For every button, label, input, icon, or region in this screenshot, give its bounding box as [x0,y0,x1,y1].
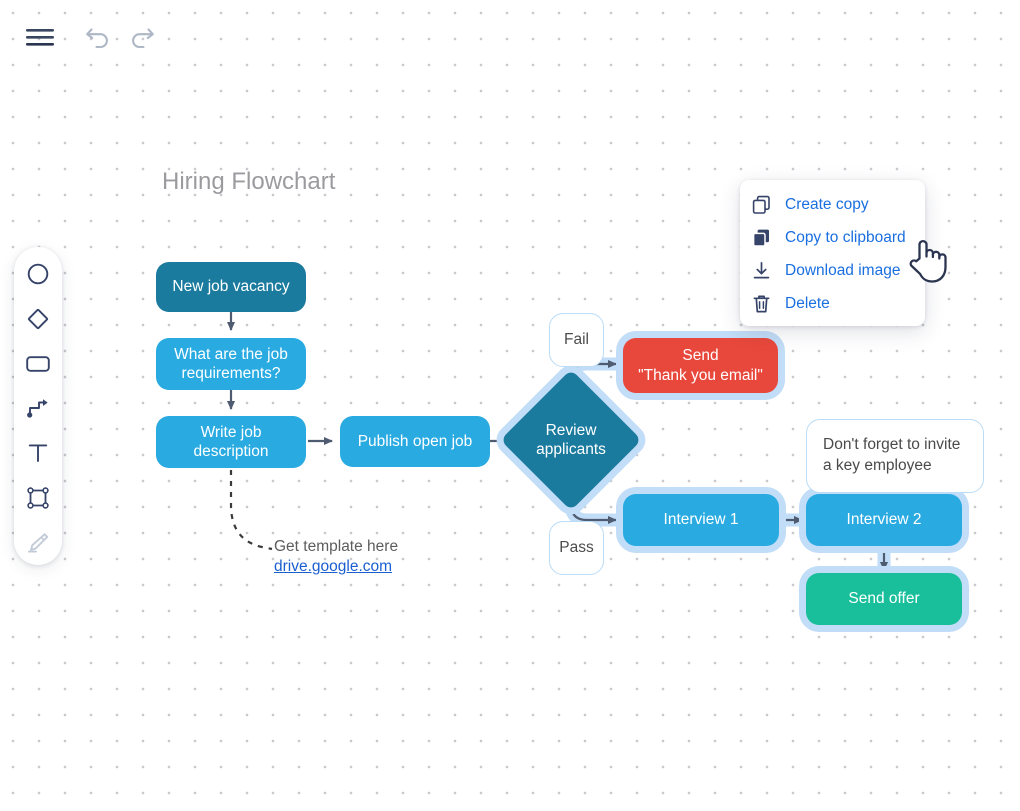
circle-icon [26,262,50,286]
edge-description-to-template-note [229,470,273,551]
node-label-text: Review applicants [536,421,606,460]
edge-label-pass[interactable]: Pass [549,521,604,575]
frame-tool[interactable] [15,476,61,521]
trash-icon [752,293,778,315]
frame-icon [26,486,50,510]
redo-button[interactable] [124,22,160,58]
connector-icon [25,397,51,421]
node-interview-2[interactable]: Interview 2 [806,494,962,546]
node-label: Send offer [848,590,920,608]
page-title: Hiring Flowchart [162,168,336,195]
menu-item-label: Copy to clipboard [785,228,906,246]
menu-item-copy-to-clipboard[interactable]: Copy to clipboard [740,221,925,254]
node-label-line2: applicants [536,441,606,458]
template-annotation: Get template here drive.google.com [274,537,398,577]
menu-item-label: Download image [785,261,901,279]
menu-item-download-image[interactable]: Download image [740,254,925,287]
node-label-line1: Send [682,347,719,365]
ellipse-tool[interactable] [15,252,61,297]
node-label: Send "Thank you email" [638,346,763,385]
highlighter-tool[interactable] [15,520,61,565]
tool-palette [14,247,62,565]
node-label-line2: description [193,443,269,460]
connector-layer [227,311,891,577]
node-label-line1: Review [545,421,597,439]
hamburger-icon [25,27,55,54]
note-line1: Don't forget to invite [823,436,961,454]
node-label: Write job description [194,423,269,462]
template-annotation-text: Get template here [274,538,399,555]
rectangle-tool[interactable] [15,341,61,386]
diamond-tool[interactable] [15,297,61,342]
node-label: Publish open job [357,432,473,450]
undo-button[interactable] [80,22,116,58]
edge-label-fail[interactable]: Fail [549,313,604,367]
node-interview-1[interactable]: Interview 1 [623,494,779,546]
node-send-thank-you-email[interactable]: Send "Thank you email" [623,338,778,393]
whiteboard-app: Hiring Flowchart New job vacancy What ar… [0,0,1020,811]
note-line2: a key employee [823,457,932,474]
node-label: What are the job requirements? [174,345,288,384]
menu-item-label: Create copy [785,195,869,213]
highlighter-icon [25,531,51,555]
undo-icon [83,25,113,56]
node-new-job-vacancy[interactable]: New job vacancy [156,262,306,312]
context-menu: Create copy Copy to clipboard Download i… [740,180,925,326]
note-text: Don't forget to invite a key employee [823,435,960,477]
diamond-icon [25,306,51,332]
copy-outline-icon [752,194,778,216]
copy-filled-icon [752,227,778,249]
node-label-line1: Write job [200,423,262,441]
redo-icon [127,25,157,56]
node-label-line2: requirements? [181,365,281,382]
node-write-job-description[interactable]: Write job description [156,416,306,468]
top-toolbar [0,0,1020,82]
rectangle-icon [25,353,51,375]
menu-item-label: Delete [785,294,830,312]
text-icon [26,441,50,465]
download-icon [752,260,778,282]
menu-item-create-copy[interactable]: Create copy [740,188,925,221]
node-label: Review applicants [515,390,627,490]
node-label: New job vacancy [172,278,290,296]
node-label-line2: "Thank you email" [638,366,763,384]
node-label: Interview 2 [846,511,922,529]
note-invite-key-employee[interactable]: Don't forget to invite a key employee [806,419,984,493]
node-label-line1: What are the job [174,345,288,363]
menu-item-delete[interactable]: Delete [740,287,925,320]
template-annotation-link[interactable]: drive.google.com [274,557,398,577]
node-label: Interview 1 [663,511,739,529]
text-tool[interactable] [15,431,61,476]
node-send-offer[interactable]: Send offer [806,573,962,625]
edge-label-text: Pass [559,539,594,556]
menu-button[interactable] [22,22,58,58]
edge-label-text: Fail [564,331,589,348]
node-publish-open-job[interactable]: Publish open job [340,416,490,467]
node-job-requirements[interactable]: What are the job requirements? [156,338,306,390]
connector-tool[interactable] [15,386,61,431]
node-review-applicants[interactable]: Review applicants [500,369,642,511]
